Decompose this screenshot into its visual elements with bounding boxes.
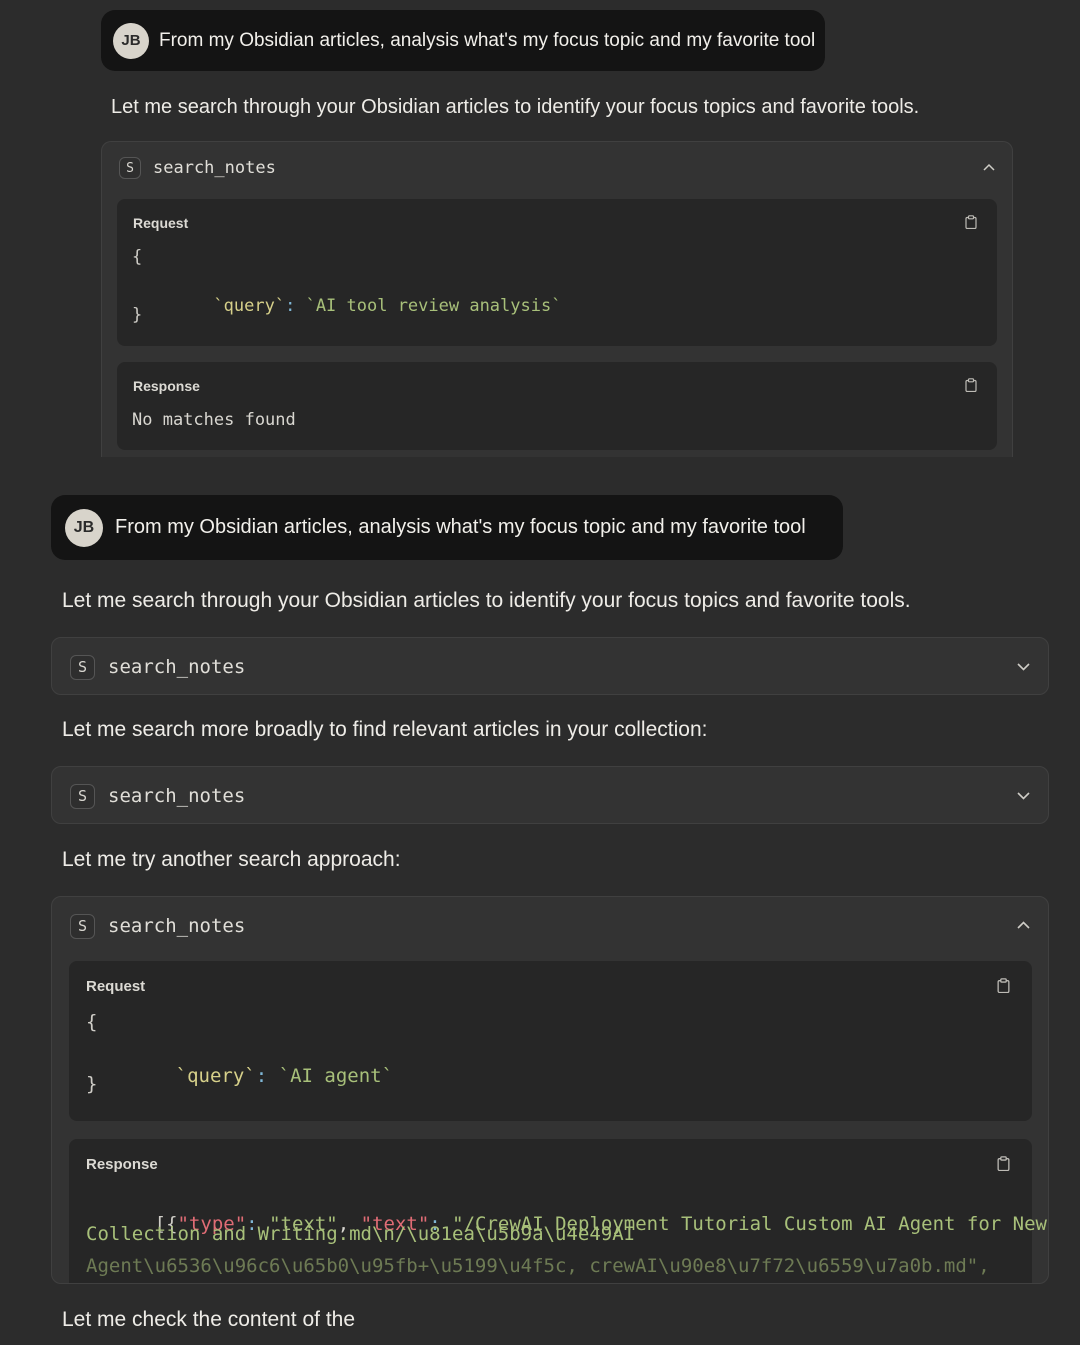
query-key: `query` — [175, 1065, 256, 1087]
user-avatar: JB — [65, 508, 103, 547]
assistant-text: Let me search through your Obsidian arti… — [111, 96, 920, 118]
assistant-text: Let me search through your Obsidian arti… — [62, 589, 911, 612]
assistant-text: Let me check the content of the — [62, 1308, 356, 1331]
tool-call-card-collapsed[interactable]: S search_notes — [51, 637, 1049, 695]
code-close-brace: } — [86, 1073, 98, 1095]
copy-icon[interactable] — [965, 378, 977, 392]
tool-name: search_notes — [108, 656, 246, 678]
code-close-brace: } — [132, 305, 143, 325]
query-key: `query` — [213, 296, 286, 316]
response-panel: Response [{"type": "text", "text": "/Cre… — [69, 1139, 1048, 1283]
response-panel: Response No matches found — [117, 362, 997, 450]
chevron-down-icon[interactable] — [1016, 789, 1030, 803]
user-message-text: From my Obsidian articles, analysis what… — [115, 516, 806, 538]
assistant-text: Let me search more broadly to find relev… — [62, 718, 708, 741]
tool-badge: S — [70, 654, 95, 680]
assistant-text: Let me try another search approach: — [62, 848, 401, 871]
response-label: Response — [133, 378, 200, 394]
tool-call-header[interactable]: S search_notes — [52, 767, 1048, 825]
json-value-text-line-2: Collection and Writing.md\n/\u81ea\u5b9a… — [86, 1223, 636, 1245]
code-query-line: `query`: `AI agent` — [107, 1043, 393, 1109]
tool-call-card: S search_notes Request { `query`: `AI ag… — [51, 896, 1049, 1284]
code-query-line: `query`: `AI tool review analysis` — [152, 276, 561, 336]
query-colon: : — [255, 1065, 268, 1087]
chevron-up-icon[interactable] — [1016, 918, 1030, 932]
query-colon: : — [285, 296, 296, 316]
tool-name: search_notes — [153, 158, 276, 178]
request-panel: Request { `query`: `AI agent` } — [69, 961, 1032, 1121]
query-value: `AI agent` — [278, 1065, 394, 1087]
chevron-up-icon[interactable] — [982, 160, 996, 174]
tool-call-card-collapsed[interactable]: S search_notes — [51, 766, 1049, 824]
tool-call-header[interactable]: S search_notes — [102, 142, 1012, 194]
tool-call-header[interactable]: S search_notes — [52, 638, 1048, 696]
copy-icon[interactable] — [997, 978, 1010, 993]
request-label: Request — [133, 215, 189, 231]
user-message-2: JB From my Obsidian articles, analysis w… — [51, 495, 843, 560]
tool-name: search_notes — [108, 915, 246, 937]
user-avatar: JB — [113, 22, 149, 59]
user-message-text: From my Obsidian articles, analysis what… — [159, 29, 816, 51]
request-label: Request — [86, 978, 146, 995]
tool-badge: S — [119, 157, 141, 179]
response-text: No matches found — [132, 410, 296, 430]
tool-badge: S — [70, 783, 95, 809]
copy-icon[interactable] — [965, 215, 977, 229]
code-open-brace: { — [86, 1011, 98, 1033]
response-label: Response — [86, 1156, 158, 1173]
query-value: `AI tool review analysis` — [305, 296, 562, 316]
tool-call-header[interactable]: S search_notes — [52, 897, 1048, 955]
tool-call-card: S search_notes Request { `query`: `AI to… — [101, 141, 1013, 457]
copy-icon[interactable] — [997, 1156, 1010, 1171]
user-message-1: JB From my Obsidian articles, analysis w… — [101, 10, 825, 71]
json-value-text-line-3: Agent\u6536\u96c6\u65b0\u95fb+\u5199\u4f… — [86, 1255, 990, 1277]
tool-badge: S — [70, 913, 95, 939]
code-open-brace: { — [132, 247, 143, 267]
chevron-down-icon[interactable] — [1016, 660, 1030, 674]
tool-name: search_notes — [108, 785, 246, 807]
request-panel: Request { `query`: `AI tool review analy… — [117, 199, 997, 346]
